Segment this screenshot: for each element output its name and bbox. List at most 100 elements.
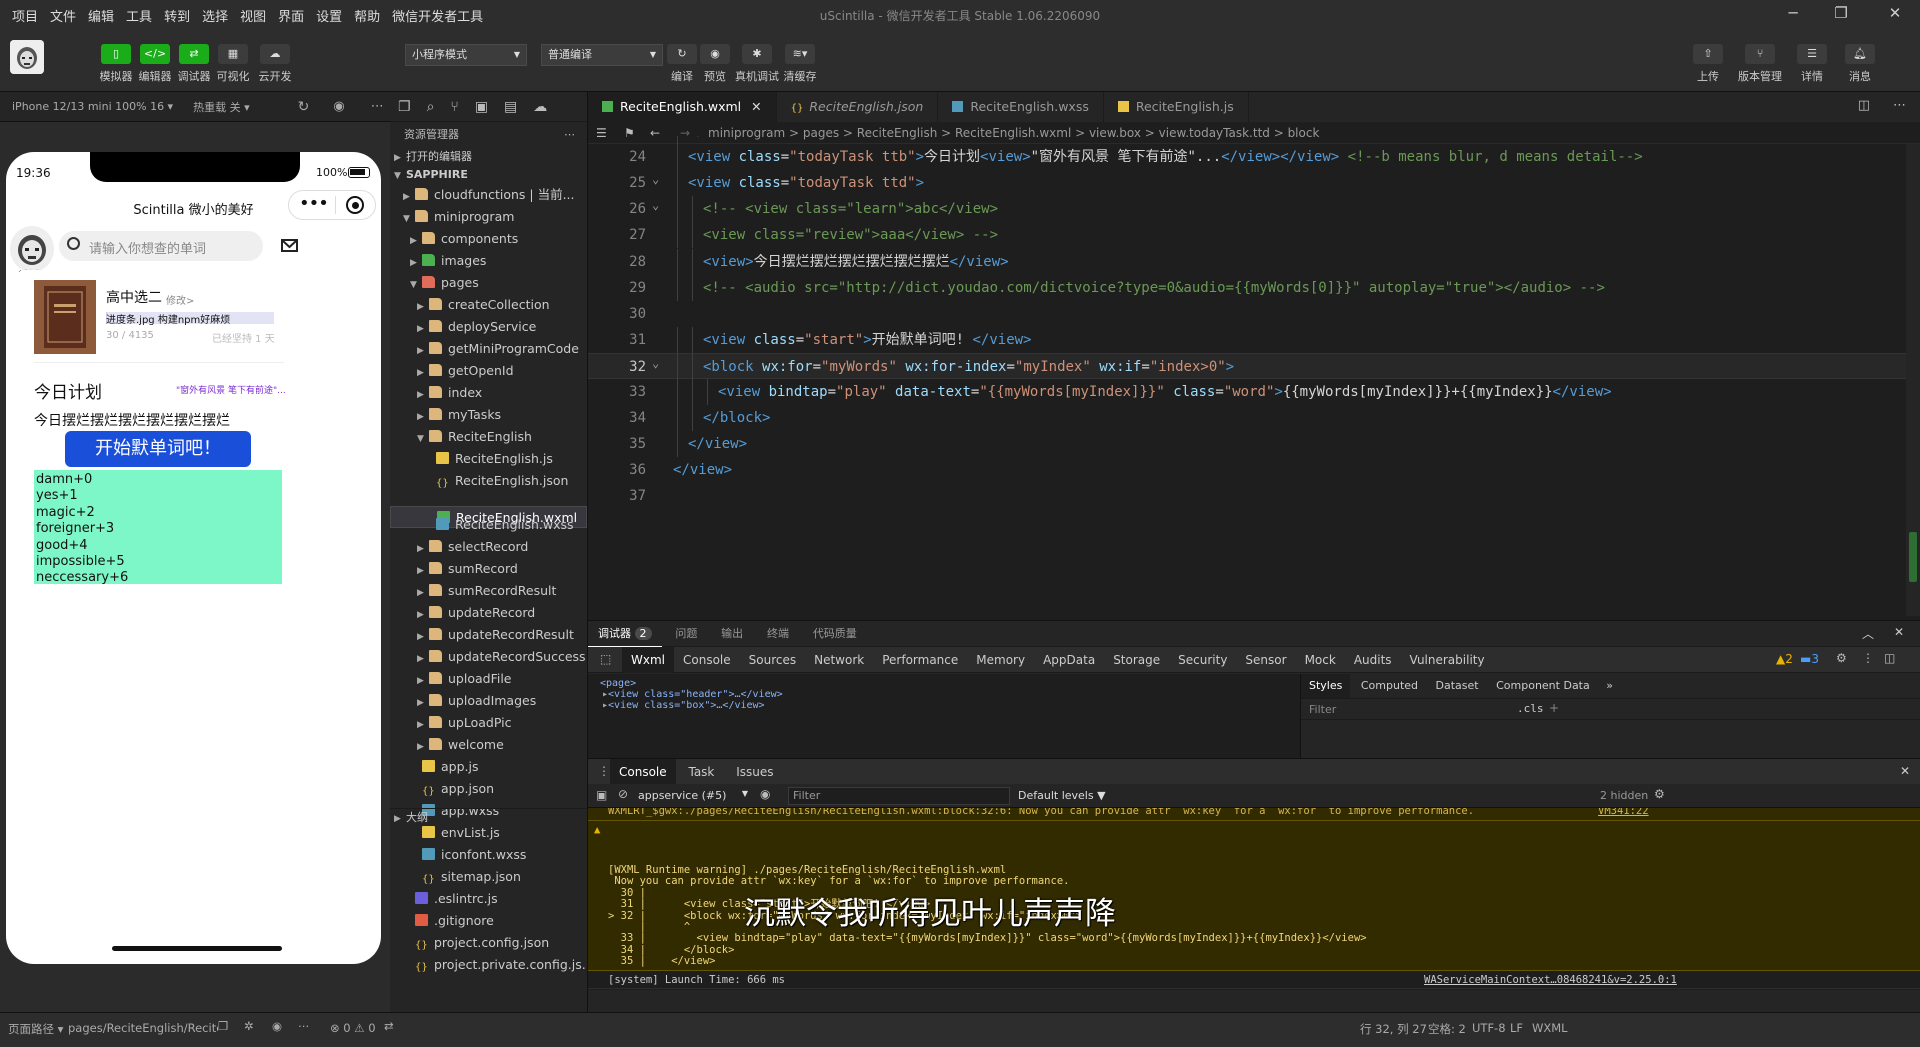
copy-icon[interactable]: ❐ (218, 1019, 228, 1033)
devtools-tab-console[interactable]: Console (674, 647, 740, 673)
tab-component-data[interactable]: Component Data (1489, 679, 1597, 692)
close-icon[interactable]: ✕ (1894, 625, 1904, 639)
fold-chevron-icon[interactable]: ⌄ (652, 166, 659, 192)
clear-console-icon[interactable]: ⊘ (618, 787, 628, 801)
tab-code-quality[interactable]: 代码质量 (803, 621, 867, 647)
code-line[interactable]: 35 </view> (588, 431, 1920, 458)
tab-problems[interactable]: 问题 (665, 621, 707, 647)
devtools-tab-sensor[interactable]: Sensor (1236, 647, 1295, 673)
devtools-tab-performance[interactable]: Performance (873, 647, 967, 673)
language-mode[interactable]: WXML (1532, 1021, 1568, 1035)
tab-issues[interactable]: Issues (727, 759, 782, 785)
folder-item[interactable]: ▼ pages (390, 272, 587, 294)
gear-icon[interactable]: ⚙ (1836, 651, 1847, 665)
eye-icon[interactable]: ◉ (760, 787, 770, 801)
page-path[interactable]: pages/ReciteEnglish/ReciteEngli... (68, 1021, 218, 1035)
tab-wxss[interactable]: ReciteEnglish.wxss (938, 92, 1104, 122)
capsule-menu[interactable]: ••• (288, 190, 376, 220)
sidebar-toggle-icon[interactable]: ▣ (596, 788, 607, 802)
eye-icon[interactable]: ◉ (272, 1019, 282, 1033)
more-icon[interactable]: ⋯ (564, 122, 575, 148)
devtools-tab-sources[interactable]: Sources (740, 647, 805, 673)
code-line[interactable]: 31 <view class="start">开始默单词吧! </view> (588, 326, 1920, 353)
wxml-node[interactable]: <view class="box">…</view> (608, 700, 765, 711)
mode-select[interactable]: 小程序模式 ▼ (405, 44, 527, 66)
folder-item[interactable]: ▶ updateRecordResult (390, 624, 587, 646)
devtools-tab-vulnerability[interactable]: Vulnerability (1401, 647, 1494, 673)
close-window-button[interactable]: ✕ (1880, 4, 1910, 26)
devtools-tab-network[interactable]: Network (805, 647, 873, 673)
code-line[interactable]: 23 </view> (588, 136, 1920, 144)
tab-terminal[interactable]: 终端 (757, 621, 799, 647)
close-target-icon[interactable] (346, 196, 364, 214)
compile-select[interactable]: 普通编译 ▼ (541, 44, 663, 66)
code-line[interactable]: 24 <view class="todayTask ttb">今日计划<view>… (588, 144, 1920, 171)
folder-item[interactable]: ▼ ReciteEnglish (390, 426, 587, 448)
menu-item[interactable]: 文件 (44, 6, 82, 25)
start-button[interactable]: 开始默单词吧！ (65, 431, 251, 467)
user-avatar[interactable] (10, 40, 44, 74)
book-cover-image[interactable] (34, 280, 96, 354)
word-item[interactable]: yes+1 (34, 488, 282, 504)
book-edit-link[interactable]: 修改> (166, 292, 194, 307)
word-item[interactable]: good+4 (34, 538, 282, 554)
tab-output[interactable]: 输出 (711, 621, 753, 647)
word-item[interactable]: foreigner+3 (34, 521, 282, 537)
settings-icon[interactable]: ✲ (244, 1019, 254, 1033)
source-control-icon[interactable]: ⑂ (450, 99, 458, 115)
file-item[interactable]: {} project.private.config.js... (390, 954, 587, 976)
devtools-tab-security[interactable]: Security (1169, 647, 1236, 673)
code-line[interactable]: 33 <view bindtap="play" data-text="{{myWo… (588, 379, 1920, 405)
code-line[interactable]: 34 </block> (588, 405, 1920, 432)
console-filter-input[interactable]: Filter (788, 787, 1010, 805)
more-vertical-icon[interactable]: ⋮ (1862, 651, 1874, 665)
close-icon[interactable]: ✕ (1900, 764, 1910, 778)
file-item[interactable]: {} project.config.json (390, 932, 587, 954)
system-log-source-link[interactable]: WAServiceMainContext…08468241&v=2.25.0:1 (1424, 971, 1677, 989)
files-icon[interactable]: ❐ (398, 99, 411, 115)
clear-cache-button[interactable]: ≋▾ 清缓存 (780, 44, 820, 84)
search-input[interactable]: 请输入你想查的单词 (59, 231, 263, 261)
search-icon[interactable]: ⌕ (427, 99, 435, 115)
stop-icon[interactable]: ◉ (333, 99, 344, 114)
tab-dataset[interactable]: Dataset (1429, 679, 1486, 692)
split-editor-icon[interactable]: ◫ (1858, 98, 1870, 113)
menu-item[interactable]: 设置 (310, 6, 348, 25)
folder-item[interactable]: ▶ sumRecord (390, 558, 587, 580)
open-editors-section[interactable]: ▶ 打开的编辑器 (390, 148, 587, 166)
version-button[interactable]: ⑂ 版本管理 (1738, 44, 1782, 84)
word-item[interactable]: impossible+5 (34, 554, 282, 570)
more-icon[interactable]: ⋯ (298, 1019, 310, 1033)
cursor-position[interactable]: 行 32, 列 27 (1360, 1021, 1427, 1037)
folder-item[interactable]: ▶ index (390, 382, 587, 404)
indentation[interactable]: 空格: 2 (1428, 1021, 1466, 1037)
mail-icon[interactable] (281, 239, 298, 252)
code-line[interactable]: 29 <!-- <audio src="http://dict.youdao.co… (588, 274, 1920, 301)
folder-item[interactable]: ▶ welcome (390, 734, 587, 756)
info-count[interactable]: ▬3 (1800, 652, 1819, 666)
file-item[interactable]: .gitignore (390, 910, 587, 932)
folder-item[interactable]: ▶ deployService (390, 316, 587, 338)
folder-item[interactable]: ▶ createCollection (390, 294, 587, 316)
cls-toggle[interactable]: .cls (1517, 702, 1544, 715)
scrollbar[interactable] (1906, 144, 1920, 616)
console-prompt[interactable]: > (588, 989, 1920, 990)
details-button[interactable]: ☰ 详情 (1792, 44, 1832, 84)
folder-item[interactable]: ▶ uploadImages (390, 690, 587, 712)
menu-item[interactable]: 转到 (158, 6, 196, 25)
file-item[interactable]: iconfont.wxss (390, 844, 587, 866)
word-item[interactable]: magic+2 (34, 505, 282, 521)
levels-select[interactable]: Default levels ▼ (1018, 789, 1106, 802)
inspect-icon[interactable]: ⬚ (600, 652, 611, 666)
styles-filter[interactable]: Filter .cls + (1301, 698, 1920, 720)
devtools-tab-wxml[interactable]: Wxml (622, 647, 674, 673)
fold-chevron-icon[interactable]: ⌄ (652, 192, 659, 218)
more-icon[interactable]: ⋯ (1893, 98, 1906, 113)
project-section[interactable]: ▼ SAPPHIRE (390, 166, 587, 184)
menu-item[interactable]: 项目 (6, 6, 44, 25)
folder-item[interactable]: ▶ selectRecord (390, 536, 587, 558)
menu-item[interactable]: 微信开发者工具 (386, 6, 489, 25)
tab-debugger[interactable]: 调试器 2 (588, 621, 662, 647)
chevron-up-icon[interactable]: ︿ (1862, 625, 1874, 642)
tab-task[interactable]: Task (679, 759, 723, 785)
